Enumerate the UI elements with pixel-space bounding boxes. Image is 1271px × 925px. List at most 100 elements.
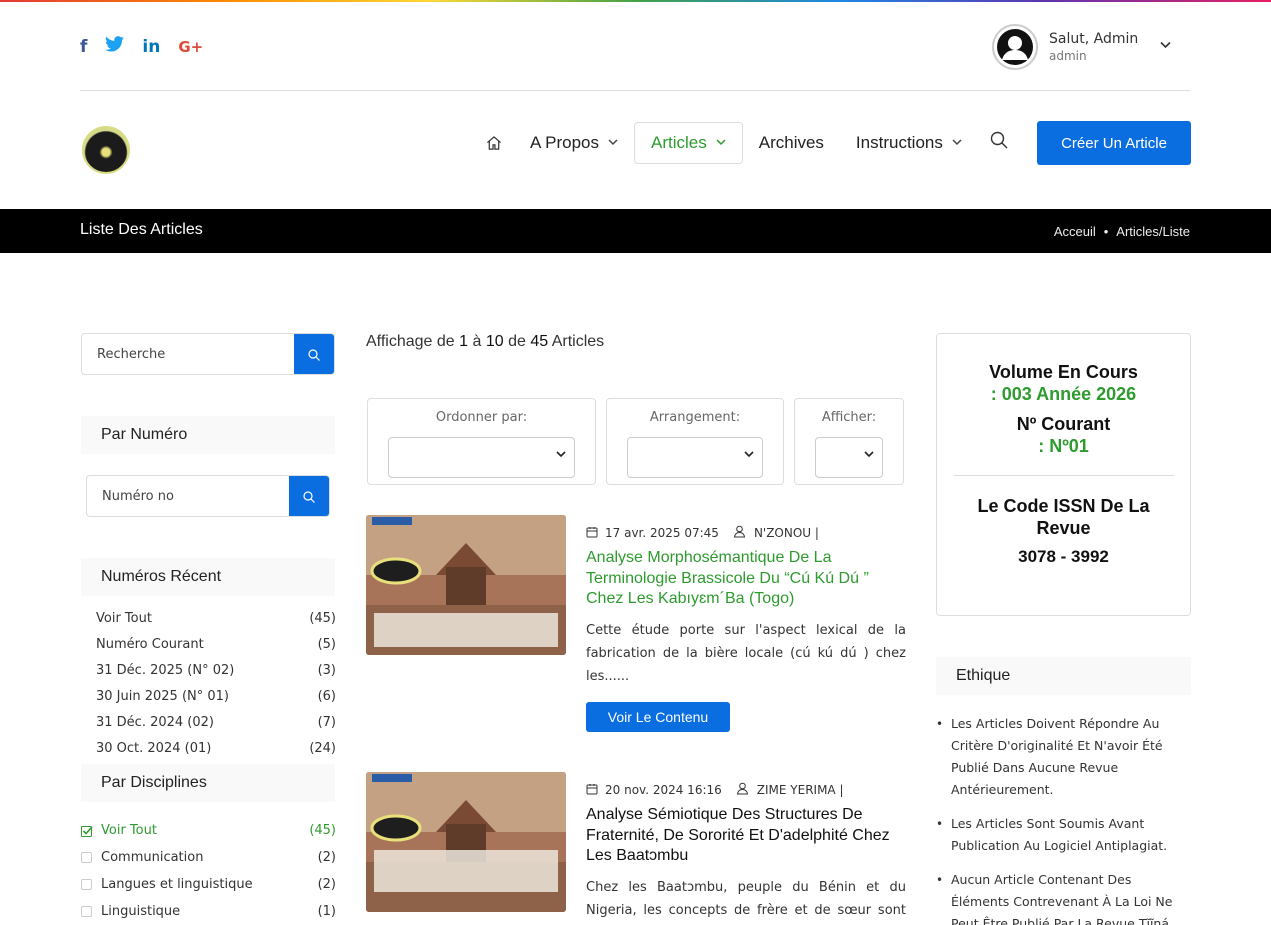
- site-logo[interactable]: [82, 126, 130, 174]
- list-item[interactable]: 31 Déc. 2025 (N° 02) (3): [96, 663, 336, 689]
- search-icon: [303, 491, 315, 503]
- excerpt-line: fabrication de la bière locale (cú kú dú…: [586, 646, 906, 661]
- title-line: Analyse Sémiotique Des Structures De: [586, 806, 863, 823]
- breadcrumb-current: Articles/Liste: [1116, 224, 1190, 239]
- arrange-filter: Arrangement:: [606, 398, 784, 485]
- breadcrumb-home[interactable]: Acceuil: [1054, 224, 1096, 239]
- article-author[interactable]: ZIME YERIMA |: [757, 783, 844, 797]
- user-greeting: Salut, Admin: [1049, 31, 1139, 47]
- show-filter: Afficher:: [794, 398, 904, 485]
- current-value: : Nº01: [1038, 436, 1089, 456]
- volume-label: Volume En Cours: [989, 362, 1138, 382]
- article-meta: 17 avr. 2025 07:45 N'ZONOU |: [586, 525, 819, 541]
- nav-label: Archives: [758, 133, 824, 152]
- list-item[interactable]: Voir Tout (45): [81, 817, 336, 844]
- ethics-line: Les Articles Doivent Répondre Au: [951, 716, 1160, 731]
- discipline-label: Linguistique: [101, 904, 181, 919]
- ethics-line: Antérieurement.: [951, 782, 1054, 797]
- recent-label: Voir Tout: [96, 611, 152, 626]
- recent-count: (7): [317, 715, 336, 730]
- search-icon[interactable]: [990, 131, 1008, 153]
- disciplines-list: Voir Tout (45) Communication (2) Langues…: [81, 817, 336, 925]
- summary-to: 10: [485, 333, 504, 350]
- linkedin-icon[interactable]: in: [142, 37, 160, 57]
- list-item[interactable]: 31 Déc. 2024 (02) (7): [96, 715, 336, 741]
- list-item[interactable]: Voir Tout (45): [96, 611, 336, 637]
- order-label: Ordonner par:: [435, 410, 528, 425]
- user-menu[interactable]: Salut, Admin admin: [992, 24, 1171, 70]
- list-item[interactable]: Numéro Courant (5): [96, 637, 336, 663]
- facebook-icon[interactable]: f: [80, 37, 87, 57]
- bullet: •: [936, 873, 944, 887]
- volume-value: : 003 Année 2026: [990, 384, 1137, 404]
- calendar-icon: [586, 526, 598, 541]
- checkbox-checked-icon[interactable]: [81, 825, 93, 837]
- header-divider: [80, 90, 1190, 91]
- number-input[interactable]: Numéro no: [86, 475, 330, 517]
- ethics-line: Éléments Contrevenant À La Loi Ne: [951, 894, 1173, 909]
- search-button[interactable]: [294, 334, 334, 374]
- ethics-heading: Ethique: [936, 657, 1191, 695]
- number-search-button[interactable]: [289, 476, 329, 516]
- list-item[interactable]: Langues et linguistique (2): [81, 871, 336, 898]
- ethics-list: • Les Articles Doivent Répondre Au Critè…: [936, 713, 1186, 925]
- nav-label: Articles: [651, 133, 707, 152]
- order-select[interactable]: [388, 437, 575, 478]
- page-title: Liste Des Articles: [80, 221, 203, 238]
- recent-count: (5): [317, 637, 336, 652]
- nav-item-a-propos[interactable]: A Propos: [514, 122, 634, 164]
- nav-label: A Propos: [530, 133, 599, 152]
- calendar-icon: [586, 783, 598, 798]
- ethics-line: Aucun Article Contenant Des: [951, 872, 1132, 887]
- user-role: admin: [1049, 49, 1087, 63]
- chevron-down-icon[interactable]: [1160, 38, 1171, 52]
- list-item: • Aucun Article Contenant Des Éléments C…: [936, 869, 1186, 925]
- checkbox-icon[interactable]: [81, 852, 92, 863]
- disciplines-heading: Par Disciplines: [81, 764, 335, 802]
- article-title[interactable]: Analyse Morphosémantique De La Terminolo…: [586, 548, 906, 610]
- title-line: Les Baatɔmbu: [586, 847, 689, 864]
- home-icon[interactable]: [474, 122, 514, 164]
- arrange-label: Arrangement:: [649, 410, 741, 425]
- nav-item-archives[interactable]: Archives: [743, 122, 840, 164]
- summary-to-word: à: [472, 333, 482, 350]
- list-item[interactable]: 30 Juin 2025 (N° 01) (6): [96, 689, 336, 715]
- search-input[interactable]: Recherche: [81, 333, 335, 375]
- create-article-button[interactable]: Créer Un Article: [1037, 121, 1191, 165]
- twitter-icon[interactable]: [105, 36, 125, 57]
- arrange-select[interactable]: [627, 437, 763, 478]
- article-thumbnail[interactable]: [366, 515, 566, 655]
- show-select[interactable]: [815, 437, 883, 478]
- article-title[interactable]: Analyse Sémiotique Des Structures De Fra…: [586, 805, 906, 867]
- article-author[interactable]: N'ZONOU |: [754, 526, 819, 540]
- summary-from: 1: [459, 333, 469, 350]
- chevron-down-icon: [952, 138, 962, 149]
- article-thumbnail[interactable]: [366, 772, 566, 912]
- article-meta: 20 nov. 2024 16:16 ZIME YERIMA |: [586, 782, 843, 798]
- recent-list: Voir Tout (45) Numéro Courant (5) 31 Déc. …: [96, 611, 336, 767]
- recent-label: 30 Juin 2025 (N° 01): [96, 689, 229, 704]
- discipline-count: (2): [317, 877, 336, 892]
- nav-item-articles[interactable]: Articles: [634, 122, 743, 164]
- excerpt-line: Nigeria, les concepts de frère et de sœu…: [586, 903, 906, 918]
- checkbox-icon[interactable]: [81, 879, 92, 890]
- chevron-down-icon: [716, 138, 726, 149]
- ethics-line: Publié Dans Aucune Revue: [951, 760, 1119, 775]
- recent-label: 31 Déc. 2025 (N° 02): [96, 663, 235, 678]
- issn-label: Le Code ISSN De La: [977, 496, 1150, 516]
- chevron-down-icon: [864, 450, 874, 461]
- by-number-heading: Par Numéro: [81, 416, 335, 454]
- chevron-down-icon: [744, 450, 754, 461]
- view-content-button[interactable]: Voir Le Contenu: [586, 702, 730, 732]
- list-item[interactable]: Communication (2): [81, 844, 336, 871]
- bullet: •: [936, 817, 944, 831]
- recent-heading: Numéros Récent: [81, 558, 335, 596]
- title-line: Analyse Morphosémantique De La: [586, 549, 832, 566]
- number-placeholder: Numéro no: [102, 489, 174, 504]
- checkbox-icon[interactable]: [81, 906, 92, 917]
- google-plus-icon[interactable]: G+: [178, 38, 203, 56]
- list-item[interactable]: Linguistique (1): [81, 898, 336, 925]
- nav-item-instructions[interactable]: Instructions: [840, 122, 978, 164]
- show-label: Afficher:: [821, 410, 877, 425]
- volume-info-card: Volume En Cours : 003 Année 2026 Nº Cour…: [936, 333, 1191, 616]
